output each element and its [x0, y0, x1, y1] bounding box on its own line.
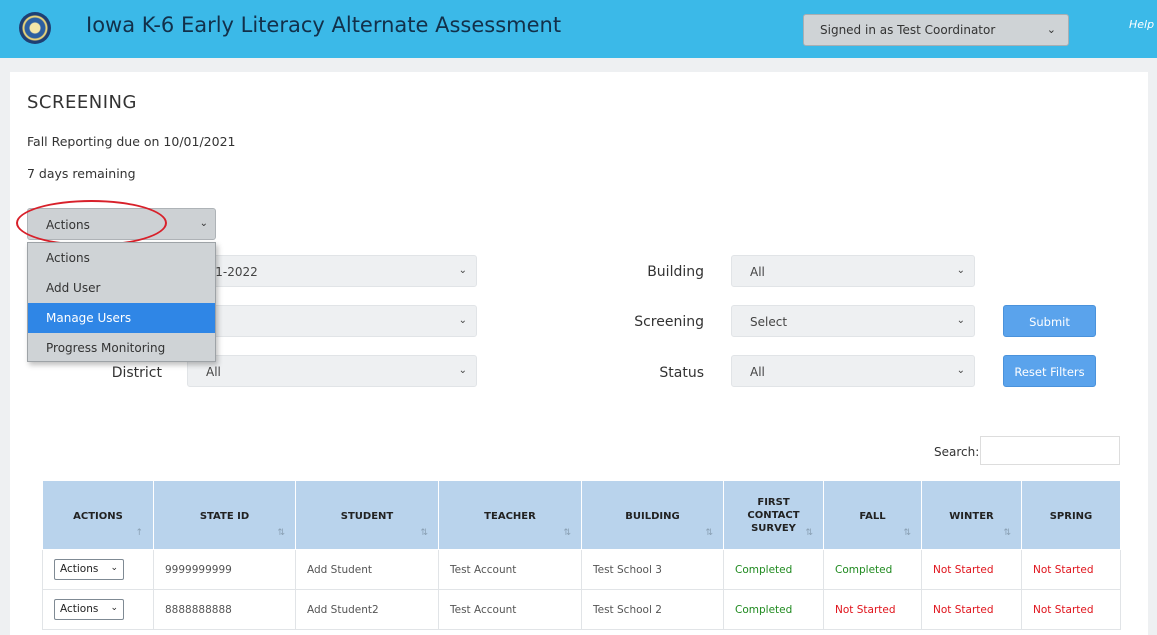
column-header-winter[interactable]: WINTER ⇅: [921, 480, 1022, 550]
table-row: Actions ⌄ 9999999999 Add Student Test Acc…: [42, 549, 1121, 590]
chevron-down-icon: ⌄: [458, 365, 467, 376]
sort-icon: ⇅: [705, 528, 713, 538]
school-year-select[interactable]: 021-2022 ⌄: [187, 255, 477, 287]
teacher-cell: Test Account: [438, 549, 582, 590]
status-label: Status: [659, 365, 704, 381]
sort-icon: ⇅: [563, 528, 571, 538]
reset-filters-button[interactable]: Reset Filters: [1003, 355, 1096, 387]
fall-status-cell: Completed: [823, 549, 922, 590]
highlight-annotation: [16, 200, 167, 246]
district-select[interactable]: All ⌄: [187, 355, 477, 387]
column-header-teacher[interactable]: TEACHER ⇅: [438, 480, 582, 550]
help-link[interactable]: Help: [1129, 18, 1154, 31]
building-cell: Test School 2: [581, 589, 724, 630]
table-header-row: ACTIONS ↑ STATE ID ⇅ STUDENT ⇅ TEACHER ⇅ BUI…: [42, 480, 1121, 550]
row-actions-select[interactable]: Actions ⌄: [54, 599, 124, 620]
menu-item-progress-monitoring[interactable]: Progress Monitoring: [28, 333, 215, 363]
chevron-down-icon: ⌄: [1046, 23, 1056, 36]
actions-dropdown-menu: Actions Add User Manage Users Progress M…: [27, 242, 216, 362]
column-header-actions[interactable]: ACTIONS ↑: [42, 480, 154, 550]
building-label: Building: [647, 264, 704, 280]
search-label: Search:: [934, 445, 980, 459]
search-input[interactable]: [980, 436, 1120, 465]
survey-status-cell: Completed: [723, 589, 824, 630]
signed-in-label: Signed in as Test Coordinator: [820, 23, 996, 37]
sort-icon: ⇅: [903, 528, 911, 538]
menu-item-add-user[interactable]: Add User: [28, 273, 215, 303]
reporting-due-text: Fall Reporting due on 10/01/2021: [27, 134, 236, 149]
sort-icon: ↑: [135, 528, 143, 538]
grade-select[interactable]: l ⌄: [187, 305, 477, 337]
spring-status-cell: Not Started: [1021, 549, 1121, 590]
teacher-cell: Test Account: [438, 589, 582, 630]
sort-icon: ⇅: [277, 528, 285, 538]
chevron-down-icon: ⌄: [956, 265, 965, 276]
fall-status-cell: Not Started: [823, 589, 922, 630]
screening-value: Select: [750, 315, 788, 329]
menu-item-actions[interactable]: Actions: [28, 243, 215, 273]
chevron-down-icon: ⌄: [956, 365, 965, 376]
chevron-down-icon: ⌄: [110, 603, 118, 613]
top-header: Iowa K-6 Early Literacy Alternate Assess…: [0, 0, 1157, 58]
status-select[interactable]: All ⌄: [731, 355, 975, 387]
student-cell: Add Student2: [295, 589, 439, 630]
row-actions-select[interactable]: Actions ⌄: [54, 559, 124, 580]
column-header-state-id[interactable]: STATE ID ⇅: [153, 480, 296, 550]
column-header-student[interactable]: STUDENT ⇅: [295, 480, 439, 550]
spring-status-cell: Not Started: [1021, 589, 1121, 630]
sort-icon: ⇅: [1003, 528, 1011, 538]
building-cell: Test School 3: [581, 549, 724, 590]
sort-icon: ⇅: [420, 528, 428, 538]
student-cell: Add Student: [295, 549, 439, 590]
page-title: SCREENING: [27, 92, 137, 113]
district-value: All: [206, 365, 221, 379]
submit-button[interactable]: Submit: [1003, 305, 1096, 337]
chevron-down-icon: ⌄: [110, 563, 118, 573]
screening-select[interactable]: Select ⌄: [731, 305, 975, 337]
column-header-fall[interactable]: FALL ⇅: [823, 480, 922, 550]
signed-in-select[interactable]: Signed in as Test Coordinator ⌄: [803, 14, 1069, 46]
building-value: All: [750, 265, 765, 279]
chevron-down-icon: ⌄: [199, 218, 208, 229]
chevron-down-icon: ⌄: [458, 265, 467, 276]
menu-item-manage-users[interactable]: Manage Users: [28, 303, 215, 333]
winter-status-cell: Not Started: [921, 549, 1022, 590]
chevron-down-icon: ⌄: [956, 315, 965, 326]
column-header-first-contact-survey[interactable]: FIRST CONTACT SURVEY ⇅: [723, 480, 824, 550]
table-row: Actions ⌄ 8888888888 Add Student2 Test Ac…: [42, 589, 1121, 630]
sort-icon: ⇅: [805, 528, 813, 538]
district-label: District: [111, 365, 162, 381]
survey-status-cell: Completed: [723, 549, 824, 590]
column-header-building[interactable]: BUILDING ⇅: [581, 480, 724, 550]
chevron-down-icon: ⌄: [458, 315, 467, 326]
days-remaining-text: 7 days remaining: [27, 166, 136, 181]
app-title: Iowa K-6 Early Literacy Alternate Assess…: [86, 13, 562, 37]
state-id-cell: 9999999999: [153, 549, 296, 590]
students-table: ACTIONS ↑ STATE ID ⇅ STUDENT ⇅ TEACHER ⇅ BUI…: [42, 480, 1121, 630]
winter-status-cell: Not Started: [921, 589, 1022, 630]
status-value: All: [750, 365, 765, 379]
state-id-cell: 8888888888: [153, 589, 296, 630]
building-select[interactable]: All ⌄: [731, 255, 975, 287]
column-header-spring[interactable]: SPRING: [1021, 480, 1121, 550]
state-seal-logo: [19, 12, 51, 44]
screening-label: Screening: [634, 314, 704, 330]
